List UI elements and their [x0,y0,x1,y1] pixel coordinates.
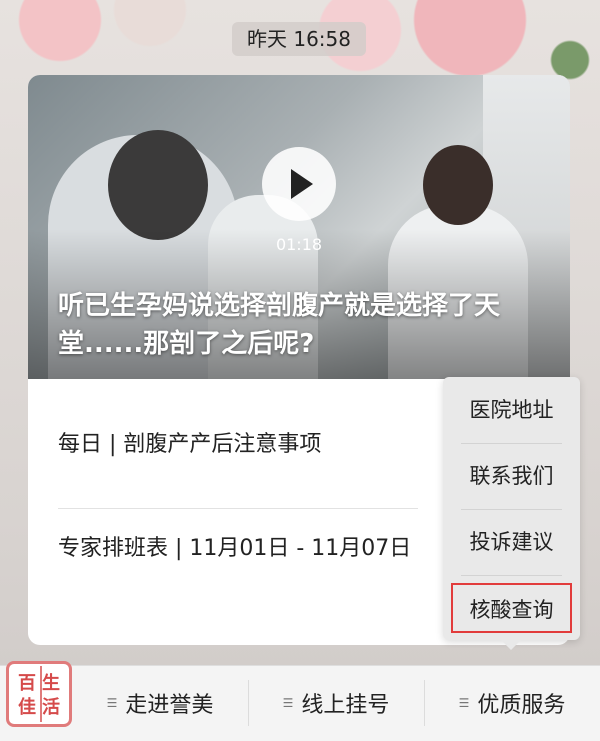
menu-icon: ☰ [282,696,294,710]
tab-label: 线上挂号 [301,693,390,718]
submenu-popup: 医院地址 联系我们 投诉建议 核酸查询 [443,377,580,650]
cover-figure [108,130,208,240]
logo-char: 生 [42,673,60,694]
menu-item-complaints[interactable]: 投诉建议 [451,517,572,567]
tab-label: 优质服务 [477,693,566,718]
menu-icon: ☰ [106,696,118,710]
video-title[interactable]: 听已生孕妈说选择剖腹产就是选择了天堂......那剖了之后呢? [58,287,548,363]
play-icon[interactable] [262,147,336,221]
logo-char: 活 [42,697,60,718]
tab-label: 走进誉美 [125,693,214,718]
message-timestamp: 昨天 16:58 [232,22,366,56]
video-cover[interactable]: 01:18 听已生孕妈说选择剖腹产就是选择了天堂......那剖了之后呢? [28,75,570,379]
menu-item-nucleic-acid-query[interactable]: 核酸查询 [451,583,572,633]
menu-item-contact-us[interactable]: 联系我们 [451,451,572,501]
divider [461,575,562,576]
menu-item-hospital-address[interactable]: 医院地址 [451,385,572,435]
article-link[interactable]: 专家排班表 | 11月01日 - 11月07日 [58,533,418,565]
tab-about[interactable]: ☰ 走进誉美 [72,665,248,741]
menu-icon: ☰ [458,696,470,710]
divider [58,508,418,509]
divider [461,509,562,510]
brand-logo: 百 生 佳 活 [6,661,72,727]
divider [461,443,562,444]
cover-figure [423,145,493,225]
tab-online-registration[interactable]: ☰ 线上挂号 [248,665,424,741]
video-duration: 01:18 [275,235,323,254]
tab-quality-services[interactable]: ☰ 优质服务 [424,665,600,741]
logo-char: 百 [18,673,36,694]
logo-char: 佳 [18,697,36,718]
article-link[interactable]: 每日 | 剖腹产产后注意事项 [58,429,418,461]
